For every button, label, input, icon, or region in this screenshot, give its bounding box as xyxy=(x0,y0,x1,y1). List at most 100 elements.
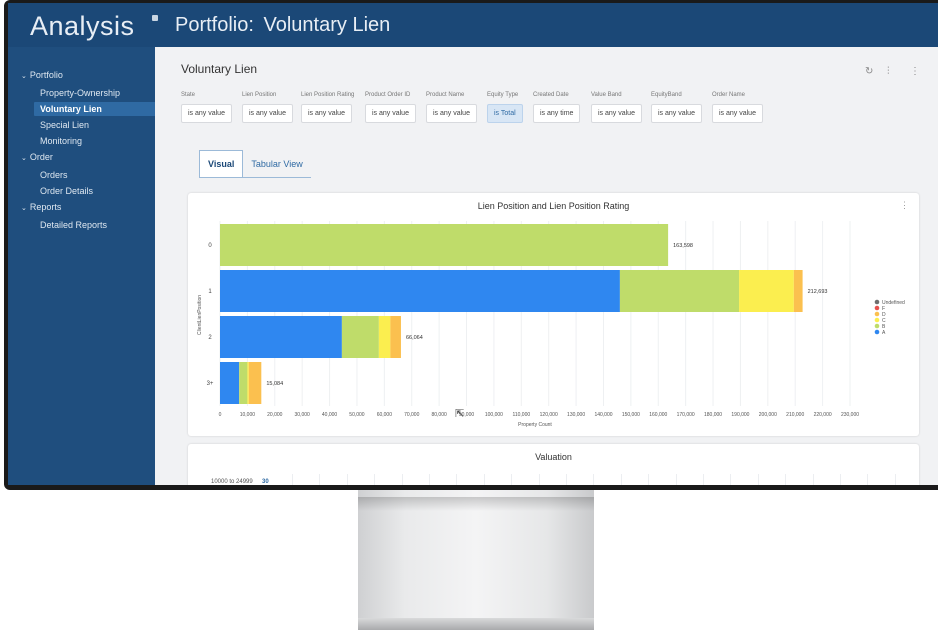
x-tick-label: 100,000 xyxy=(485,412,503,418)
chart-title: Lien Position and Lien Position Rating xyxy=(477,201,630,211)
monitor-stand-base xyxy=(358,618,594,630)
bar-segment-c xyxy=(247,362,249,404)
filter-label: Value Band xyxy=(591,92,622,98)
bar-segment-b xyxy=(220,224,669,266)
filter-value-button[interactable]: is any value xyxy=(426,104,477,123)
valuation-gridline xyxy=(374,474,376,485)
x-tick-label: 190,000 xyxy=(731,412,749,418)
bar-segment-c xyxy=(739,270,794,312)
sidebar-section-label: Reports xyxy=(29,202,62,212)
bar-segment-a xyxy=(220,316,342,358)
filter-value-button[interactable]: is any time xyxy=(533,104,581,123)
sidebar-collapse-icon[interactable] xyxy=(152,15,158,21)
bar-segment-c xyxy=(378,316,391,358)
valuation-title: Valuation xyxy=(535,452,572,462)
valuation-gridline xyxy=(346,474,348,485)
bar-segment-a xyxy=(220,362,240,404)
page-title: Portfolio: Voluntary Lien xyxy=(175,14,390,37)
valuation-gridline xyxy=(593,474,595,485)
filter-label: Lien Position Rating xyxy=(301,92,355,98)
filter-value-button[interactable]: is any value xyxy=(651,104,702,123)
x-tick-label: 110,000 xyxy=(512,412,530,418)
sidebar-section-reports[interactable]: ⌄ Reports xyxy=(21,202,61,212)
sidebar-section-portfolio[interactable]: ⌄ Portfolio xyxy=(21,70,63,80)
valuation-gridline xyxy=(456,474,458,485)
bar-segment-b xyxy=(341,316,379,358)
filter-label: Order Name xyxy=(712,92,746,98)
y-category-label: 0 xyxy=(208,243,212,249)
filter-lien-position: Lien Position is any value xyxy=(242,92,293,123)
valuation-gridline xyxy=(319,474,321,485)
legend-label: Undefined xyxy=(882,300,905,306)
page-title-name: Voluntary Lien xyxy=(263,14,391,36)
valuation-gridline xyxy=(812,474,814,485)
y-axis-title: ClientLienPosition xyxy=(197,295,203,335)
sidebar-item-special-lien[interactable]: Special Lien xyxy=(26,118,170,132)
legend-dot-b xyxy=(874,323,880,329)
filter-icon[interactable]: ⫶ xyxy=(887,66,890,77)
refresh-icon[interactable]: ↻ xyxy=(865,66,873,77)
bar-segment-d xyxy=(793,270,803,312)
x-tick-label: 140,000 xyxy=(594,412,612,418)
x-tick-label: 10,000 xyxy=(240,412,256,418)
legend-dot-undefined xyxy=(874,299,880,305)
x-tick-label: 60,000 xyxy=(377,412,393,418)
filter-label: Equity Type xyxy=(487,92,519,98)
x-tick-label: 130,000 xyxy=(567,412,585,418)
valuation-gridline xyxy=(483,474,485,485)
sidebar-item-detailed-reports[interactable]: Detailed Reports xyxy=(26,218,170,232)
valuation-row-label: 10000 to 24999 xyxy=(211,479,253,485)
tab-visual[interactable]: Visual xyxy=(199,150,244,177)
chart-card: 0 10,000 20,000 30,000 40,000 50,000 60,000 70,… xyxy=(188,193,919,436)
sidebar-section-order[interactable]: ⌄ Order xyxy=(21,152,53,162)
sidebar-item-property-ownership[interactable]: Property-Ownership xyxy=(26,86,170,100)
sidebar-item-monitoring[interactable]: Monitoring xyxy=(26,134,170,148)
x-tick-label: 230,000 xyxy=(841,412,859,418)
sidebar-item-order-details[interactable]: Order Details xyxy=(26,184,170,198)
chart-menu-icon[interactable]: ⋮ xyxy=(900,200,909,211)
x-tick-label: 180,000 xyxy=(704,412,722,418)
filter-value-button[interactable]: is any value xyxy=(242,104,293,123)
filter-value-button[interactable]: is any value xyxy=(712,104,763,123)
filter-value-button[interactable]: is any value xyxy=(365,104,416,123)
sidebar-item-voluntary-lien[interactable]: Voluntary Lien xyxy=(34,102,157,116)
sidebar: ⌄ Portfolio Property-Ownership Voluntary Li… xyxy=(8,47,157,485)
lien-position-chart: 0 10,000 20,000 30,000 40,000 50,000 60,000 70,… xyxy=(197,221,905,428)
valuation-gridline xyxy=(401,474,403,485)
report-title: Voluntary Lien xyxy=(181,62,258,76)
bar-segment-b xyxy=(619,270,740,312)
legend-dot-c xyxy=(874,317,880,323)
filter-lien-position-rating: Lien Position Rating is any value xyxy=(301,92,354,123)
filter-value-button[interactable]: is any value xyxy=(181,104,232,123)
sidebar-section-label: Order xyxy=(29,152,53,162)
sidebar-item-orders[interactable]: Orders xyxy=(26,168,170,182)
valuation-gridline xyxy=(538,474,540,485)
x-tick-label: 150,000 xyxy=(622,412,640,418)
x-axis-title: Property Count xyxy=(518,422,552,428)
valuation-gridline xyxy=(620,474,622,485)
bar-total-label: 15,084 xyxy=(266,381,283,387)
x-tick-label: 160,000 xyxy=(649,412,667,418)
valuation-card: Valuation 10000 to 24999 30 xyxy=(188,444,919,485)
x-tick-label: 210,000 xyxy=(786,412,804,418)
monitor-scene: Analysis Portfolio: Voluntary Lien ⌄ Port… xyxy=(0,0,938,633)
filter-value-button[interactable]: is Total xyxy=(487,104,523,123)
filter-value-band: Value Band is any value xyxy=(591,92,642,123)
filter-product-name: Product Name is any value xyxy=(426,92,477,123)
filter-equity-type: Equity Type is Total xyxy=(487,92,523,123)
more-icon[interactable]: ⋮ xyxy=(910,66,920,77)
filter-value-button[interactable]: is any value xyxy=(591,104,642,123)
tab-tabular-view[interactable]: Tabular View xyxy=(243,151,310,178)
bar-segment-d xyxy=(248,362,262,404)
filter-value-button[interactable]: is any value xyxy=(301,104,352,123)
x-tick-label: 200,000 xyxy=(759,412,777,418)
valuation-gridline xyxy=(840,474,841,485)
filter-label: State xyxy=(181,92,196,98)
valuation-gridline xyxy=(867,474,869,485)
x-tick-label: 120,000 xyxy=(540,412,558,418)
bar-segment-d xyxy=(390,316,401,358)
valuation-gridline xyxy=(429,474,430,485)
view-tabs: Visual Tabular View xyxy=(199,150,311,178)
chevron-down-icon: ⌄ xyxy=(21,73,27,80)
filter-label: Product Name xyxy=(426,92,465,98)
